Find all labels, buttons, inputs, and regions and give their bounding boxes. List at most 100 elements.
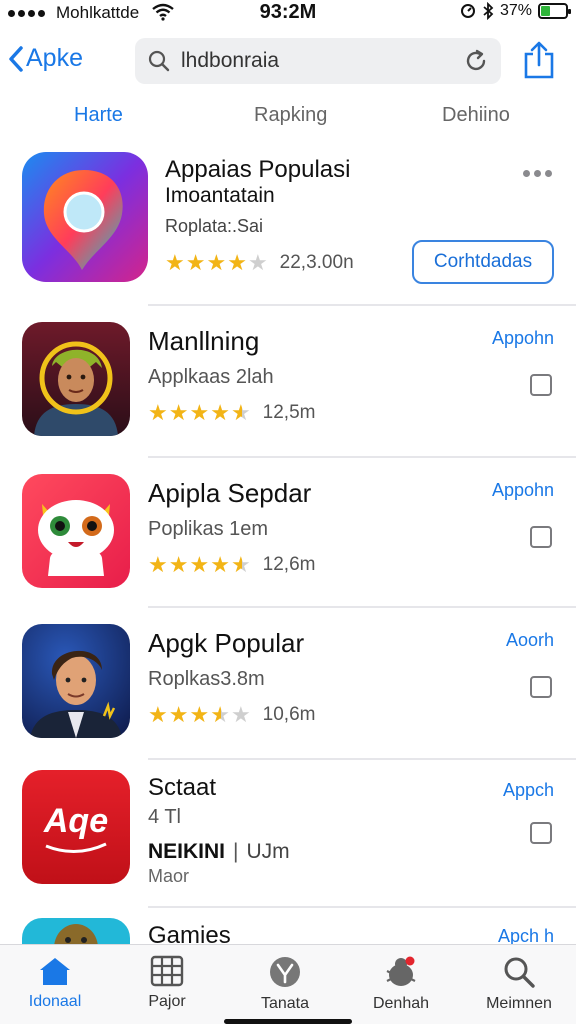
signal-dots-icon	[8, 10, 45, 17]
grid-icon	[150, 955, 184, 987]
app-more-text: Maor	[148, 866, 190, 886]
app-subtitle: Poplikas 1em	[148, 518, 269, 540]
list-item[interactable]: Gamies Apch h	[0, 918, 576, 944]
star-icon: ★	[189, 702, 210, 727]
search-bar[interactable]	[135, 38, 501, 84]
app-title: Apipla Sepdar	[148, 478, 312, 508]
tab-harte[interactable]: Harte	[74, 104, 123, 127]
share-button[interactable]	[522, 40, 556, 80]
rating-count: 22,3.00n	[279, 252, 354, 273]
chevron-left-icon	[9, 45, 23, 72]
tab-bug[interactable]: Denhah	[346, 955, 456, 1013]
home-indicator	[224, 1019, 352, 1024]
tab-compass[interactable]: Tanata	[230, 955, 340, 1013]
segment-tabs: Harte Rapking Dehiino	[0, 104, 576, 134]
list-item[interactable]: Aqe Sctaat 4 Tl NEIKINI | UJm Maor Appch	[0, 770, 576, 920]
search-input[interactable]	[181, 49, 463, 73]
cat-icon[interactable]	[22, 474, 130, 588]
app-developer: NEIKINI	[148, 840, 226, 863]
divider	[148, 758, 576, 760]
tab-grid[interactable]: Pajor	[112, 955, 222, 1011]
star-icon: ★	[210, 702, 230, 727]
rating-count: 10,6m	[262, 704, 316, 725]
list-item[interactable]: Apipla Sepdar Poplikas 1em ★ ★ ★ ★ ★ 12,6m A…	[0, 474, 576, 624]
aqe-logo-icon[interactable]: Aqe	[22, 770, 130, 884]
back-button[interactable]: Apke	[8, 44, 83, 73]
app-action-link[interactable]: Appohn	[492, 328, 554, 349]
tab-home[interactable]: Idonaal	[0, 955, 110, 1011]
divider	[148, 606, 576, 608]
list-item[interactable]: Apgk Popular Roplkas3.8m ★ ★ ★ ★ ★ 10,6m Aoo…	[0, 624, 576, 774]
get-button[interactable]: Corhtdadas	[412, 240, 554, 284]
game-icon[interactable]	[22, 918, 130, 944]
featured-title: Appaias Populasi	[165, 156, 351, 183]
star-icon: ★	[230, 400, 251, 425]
star-rating: ★ ★ ★ ★ ★	[148, 554, 251, 576]
featured-subtitle: Imoantatain	[165, 184, 275, 207]
app-title: Apgk Popular	[148, 628, 305, 658]
star-icon: ★	[247, 250, 268, 275]
rating-count: 12,6m	[262, 554, 316, 575]
battery-icon	[538, 3, 571, 19]
star-icon: ★	[210, 400, 230, 425]
tab-label: Meimnen	[486, 995, 552, 1012]
app-title: Gamies	[148, 922, 231, 944]
featured-rating: ★ ★ ★ ★ ★ 22,3.00n	[165, 252, 354, 274]
app-subtitle: Roplkas3.8m	[148, 668, 265, 690]
star-icon: ★	[185, 250, 206, 275]
app-action-link[interactable]: Apch h	[498, 926, 554, 944]
tab-label: Pajor	[148, 993, 186, 1010]
more-options-icon[interactable]	[523, 170, 552, 177]
divider	[148, 456, 576, 458]
separator: |	[233, 840, 239, 863]
star-icon: ★	[230, 552, 251, 577]
star-rating: ★ ★ ★ ★ ★	[148, 402, 251, 424]
refresh-icon[interactable]	[463, 48, 489, 74]
bug-icon	[386, 956, 416, 986]
app-subtitle: Applkaas 2lah	[148, 366, 274, 388]
battery-level	[541, 6, 550, 16]
nav-bar: Apke	[0, 36, 576, 86]
featured-app[interactable]: Appaias Populasi Imoantatain Roplata:.Sa…	[0, 148, 576, 304]
app-title: Manllning	[148, 326, 260, 356]
app-action-link[interactable]: Aoorh	[506, 630, 554, 651]
compass-icon	[270, 957, 300, 987]
rating-count: 12,5m	[262, 402, 316, 423]
star-icon: ★	[189, 400, 210, 425]
tab-search[interactable]: Meimnen	[464, 955, 574, 1013]
star-icon: ★	[206, 250, 227, 275]
carrier-name: Mohlkattde	[56, 3, 140, 22]
app-action-link[interactable]: Appch	[503, 780, 554, 801]
status-bar: Mohlkattde 93:2M 37%	[0, 0, 576, 30]
star-rating: ★ ★ ★ ★ ★	[148, 704, 251, 726]
tab-label: Idonaal	[28, 993, 82, 1010]
star-icon: ★	[168, 702, 189, 727]
tab-rapking[interactable]: Rapking	[254, 104, 327, 127]
bluetooth-icon	[483, 2, 494, 20]
checkbox[interactable]	[530, 822, 552, 844]
checkbox[interactable]	[530, 526, 552, 548]
checkbox[interactable]	[530, 374, 552, 396]
star-icon: ★	[168, 400, 189, 425]
divider	[148, 906, 576, 908]
tab-label: Denhah	[372, 995, 430, 1012]
tab-label: Tanata	[260, 995, 310, 1012]
search-icon	[148, 50, 170, 72]
app-rating: ★ ★ ★ ★ ★ 12,6m	[148, 554, 315, 576]
app-title: Sctaat	[148, 774, 217, 801]
app-action-link[interactable]: Appohn	[492, 480, 554, 501]
list-item[interactable]: Manllning Applkaas 2lah ★ ★ ★ ★ ★ 12,5m Appo…	[0, 322, 576, 472]
alarm-icon	[460, 4, 475, 18]
star-icon: ★	[230, 702, 251, 727]
app-rating: ★ ★ ★ ★ ★ 12,5m	[148, 402, 315, 424]
app-rating: ★ ★ ★ ★ ★ 10,6m	[148, 704, 315, 726]
portrait-icon[interactable]	[22, 322, 130, 436]
tab-bar: Idonaal Pajor Tanata Denhah Meimnen	[0, 944, 576, 1024]
checkbox[interactable]	[530, 676, 552, 698]
wifi-icon	[152, 3, 174, 21]
back-button-label: Apke	[26, 44, 83, 72]
tab-dehiino[interactable]: Dehiino	[442, 104, 510, 127]
app-icon-location-icon[interactable]	[22, 152, 148, 282]
star-icon: ★	[227, 250, 247, 275]
man-portrait-icon[interactable]	[22, 624, 130, 738]
